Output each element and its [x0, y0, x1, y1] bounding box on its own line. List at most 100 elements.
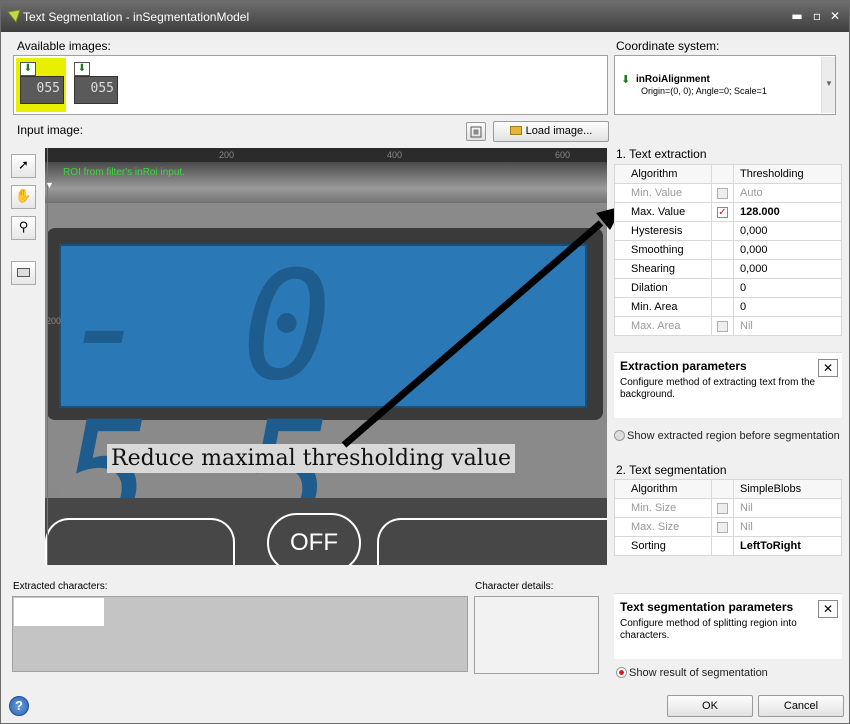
checkbox-icon[interactable] [717, 521, 728, 533]
title-bar[interactable]: Text Segmentation - inSegmentationModel … [1, 1, 849, 32]
property-value[interactable]: 0,000 [733, 259, 842, 279]
image-thumbnail-1[interactable]: ⬇ 055 [16, 58, 66, 112]
ok-button[interactable]: OK [667, 695, 753, 717]
property-checkbox-cell [711, 278, 734, 298]
help-icon[interactable]: ? [9, 696, 29, 716]
property-checkbox-cell[interactable] [711, 498, 734, 518]
image-thumbnail-2[interactable]: ⬇ 055 [70, 58, 120, 112]
property-row[interactable]: Algorithm SimpleBlobs [614, 479, 842, 499]
property-name: Smoothing [614, 240, 712, 260]
coordinate-system-label: Coordinate system: [616, 39, 720, 53]
character-details-label: Character details: [475, 581, 554, 592]
property-row[interactable]: Max. Area Nil [614, 316, 842, 336]
checkbox-checked-icon[interactable] [717, 206, 728, 218]
fit-view-icon [470, 126, 482, 138]
property-row[interactable]: Algorithm Thresholding [614, 164, 842, 184]
property-value[interactable]: 0,000 [733, 221, 842, 241]
property-name: Min. Size [614, 498, 712, 518]
property-row[interactable]: Hysteresis 0,000 [614, 221, 842, 241]
property-value[interactable]: LeftToRight [733, 536, 842, 556]
property-value[interactable]: Nil [733, 498, 842, 518]
cancel-button[interactable]: Cancel [758, 695, 844, 717]
character-cell[interactable] [14, 598, 104, 626]
close-help-button[interactable]: ✕ [818, 600, 838, 618]
property-value[interactable]: 128.000 [733, 202, 842, 222]
property-checkbox-cell[interactable] [711, 316, 734, 336]
thumbnail-lcd: 055 [74, 76, 118, 104]
property-row[interactable]: Sorting LeftToRight [614, 536, 842, 556]
load-image-button[interactable]: Load image... [493, 121, 609, 142]
property-name: Shearing [614, 259, 712, 279]
extracted-characters-panel[interactable] [12, 596, 468, 672]
text-segmentation-grid: Algorithm SimpleBlobs Min. Size Nil Max. Siz… [614, 479, 842, 556]
property-row[interactable]: Min. Area 0 [614, 297, 842, 317]
keypad-left-key [45, 518, 235, 565]
property-value[interactable]: Thresholding [733, 164, 842, 184]
property-checkbox-cell[interactable] [711, 202, 734, 222]
off-key: OFF [267, 513, 361, 565]
extraction-help-box: Extraction parameters Configure method o… [614, 352, 842, 418]
property-row[interactable]: Smoothing 0,000 [614, 240, 842, 260]
minimize-icon[interactable]: ▬ [789, 8, 805, 24]
input-image-label: Input image: [17, 123, 84, 137]
property-name: Min. Value [614, 183, 712, 203]
segmentation-help-text: Configure method of splitting region int… [620, 618, 797, 641]
property-value[interactable]: 0 [733, 278, 842, 298]
select-tool-button[interactable]: ➚ [11, 154, 36, 178]
coordinate-scrollbar[interactable]: ▼ [821, 57, 835, 113]
property-name: Algorithm [614, 479, 712, 499]
checkbox-icon[interactable] [717, 502, 728, 514]
property-row[interactable]: Min. Value Auto [614, 183, 842, 203]
text-extraction-grid: Algorithm Thresholding Min. Value Auto Max. … [614, 164, 842, 336]
property-value[interactable]: 0 [733, 297, 842, 317]
pan-tool-button[interactable]: ✋ [11, 185, 36, 209]
property-row[interactable]: Shearing 0,000 [614, 259, 842, 279]
roi-marker-icon: ▼ [45, 180, 54, 190]
pointer-icon: ➚ [18, 158, 29, 173]
property-checkbox-cell [711, 259, 734, 279]
coordinate-system-details: Origin=(0, 0); Angle=0; Scale=1 [641, 86, 767, 96]
close-help-button[interactable]: ✕ [818, 359, 838, 377]
property-checkbox-cell[interactable] [711, 183, 734, 203]
text-extraction-title: 1. Text extraction [616, 147, 707, 161]
property-value[interactable]: Auto [733, 183, 842, 203]
rectangle-tool-button[interactable] [11, 261, 36, 285]
close-icon[interactable]: ✕ [827, 8, 843, 24]
ruler-tick-label: 600 [555, 150, 571, 160]
show-extracted-region-option[interactable]: Show extracted region before segmentatio… [614, 430, 840, 442]
fit-view-button[interactable] [466, 122, 486, 141]
rectangle-icon [17, 268, 30, 277]
zoom-tool-button[interactable]: ⚲ [11, 216, 36, 240]
property-row[interactable]: Dilation 0 [614, 278, 842, 298]
coordinate-system-box[interactable]: ⬇ inRoiAlignment Origin=(0, 0); Angle=0;… [614, 55, 836, 115]
property-row[interactable]: Max. Value 128.000 [614, 202, 842, 222]
property-checkbox-cell[interactable] [711, 517, 734, 537]
radio-icon [616, 667, 627, 678]
show-segmentation-result-label: Show result of segmentation [629, 667, 768, 679]
property-value[interactable]: 0,000 [733, 240, 842, 260]
property-value[interactable]: SimpleBlobs [733, 479, 842, 499]
thumbnail-lcd: 055 [20, 76, 64, 104]
checkbox-icon[interactable] [717, 187, 728, 199]
property-row[interactable]: Max. Size Nil [614, 517, 842, 537]
show-segmentation-result-option[interactable]: Show result of segmentation [616, 667, 768, 679]
checkbox-icon[interactable] [717, 320, 728, 332]
coordinate-system-name: inRoiAlignment [636, 74, 710, 85]
character-details-panel [474, 596, 599, 674]
property-checkbox-cell [711, 297, 734, 317]
text-segmentation-title: 2. Text segmentation [616, 463, 727, 477]
property-value[interactable]: Nil [733, 316, 842, 336]
maximize-icon[interactable]: ▫ [809, 8, 825, 24]
download-icon: ⬇ [20, 62, 36, 76]
extracted-characters-label: Extracted characters: [13, 581, 108, 592]
download-icon: ⬇ [74, 62, 90, 76]
available-images-strip: ⬇ 055 ⬇ 055 [13, 55, 608, 115]
chevron-down-icon: ▼ [825, 79, 833, 88]
radio-icon [614, 430, 625, 441]
arrow-shaft [341, 220, 604, 448]
property-value[interactable]: Nil [733, 517, 842, 537]
segmentation-help-title: Text segmentation parameters [620, 600, 794, 614]
available-images-label: Available images: [17, 39, 111, 53]
property-row[interactable]: Min. Size Nil [614, 498, 842, 518]
annotation-arrow [341, 206, 623, 448]
